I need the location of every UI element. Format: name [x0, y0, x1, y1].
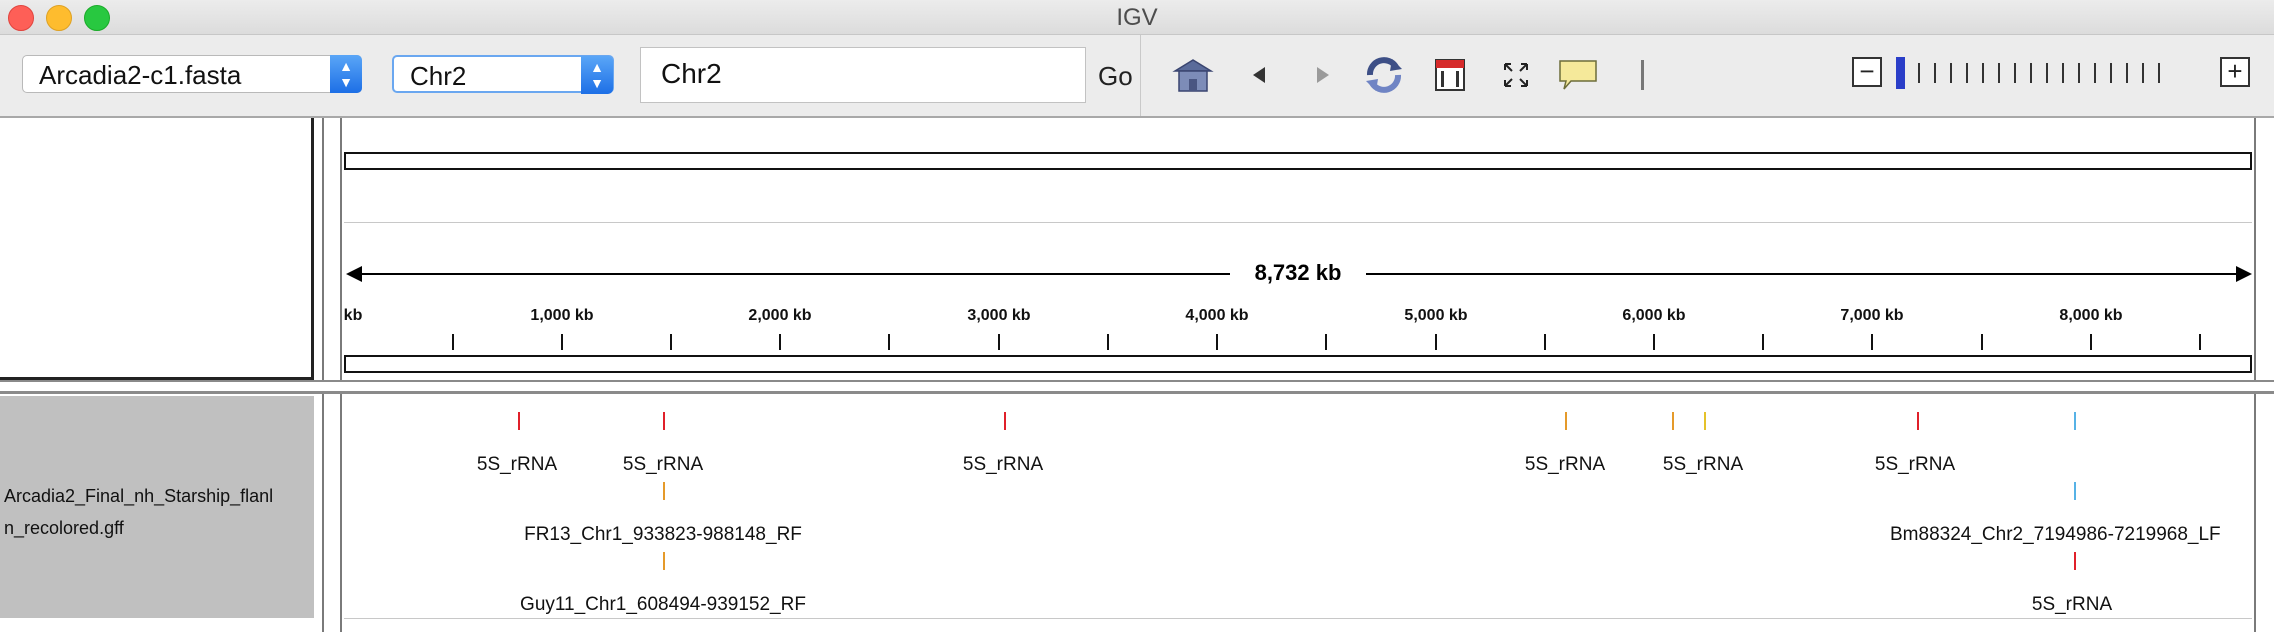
ruler-tick [1216, 334, 1218, 350]
ruler-tick [1871, 334, 1873, 350]
ruler-tick-label: 4,000 kb [1185, 307, 1249, 324]
chromosome-ideogram[interactable] [344, 152, 2252, 170]
ruler-tick-label: 8,000 kb [2059, 307, 2123, 324]
ruler-tick [1981, 334, 1983, 350]
toolbar-separator [1140, 35, 1141, 116]
ruler-tick [1435, 334, 1437, 350]
ruler-tick [1107, 334, 1109, 350]
ruler-tick [1653, 334, 1655, 350]
locus-search-input[interactable]: Chr2 [640, 47, 1086, 103]
go-button[interactable]: Go [1098, 61, 1133, 92]
zoom-slider-thumb[interactable] [1896, 57, 1905, 89]
feature-track[interactable] [344, 396, 2252, 618]
ruler-tick-label: 1,000 kb [530, 307, 594, 324]
feature-mark[interactable] [663, 412, 665, 430]
ruler-tick [1325, 334, 1327, 350]
right-edge [2254, 118, 2256, 632]
chevron-updown-icon: ▲ ▼ [581, 56, 613, 94]
ruler-tick [779, 334, 781, 350]
popup-info-icon[interactable] [1556, 57, 1600, 93]
forward-arrow-icon[interactable] [1308, 57, 1338, 93]
chromosome-dropdown[interactable]: Chr2 ▲ ▼ [392, 55, 614, 94]
feature-mark[interactable] [2074, 482, 2076, 500]
feature-label: FR13_Chr1_933823-988148_RF [524, 524, 802, 545]
ruler-tick [1762, 334, 1764, 350]
ruler-tick [2199, 334, 2201, 350]
home-icon[interactable] [1170, 57, 1216, 93]
resize-to-window-icon[interactable] [1498, 57, 1534, 93]
ruler-tick-label: 6,000 kb [1622, 307, 1686, 324]
feature-label: Bm88324_Chr2_7194986-7219968_LF [1890, 524, 2274, 546]
ruler-tick [1544, 334, 1546, 350]
ruler-tick [888, 334, 890, 350]
panel-divider[interactable] [322, 118, 324, 632]
ruler-tick [998, 334, 1000, 350]
ruler-tick [2090, 334, 2092, 350]
toolbar: Arcadia2-c1.fasta ▲ ▼ Chr2 ▲ ▼ Chr2 Go −… [0, 35, 2274, 118]
genome-dropdown-value: Arcadia2-c1.fasta [39, 60, 242, 90]
zoom-out-button[interactable]: − [1852, 57, 1882, 87]
panel-splitter[interactable] [0, 380, 2274, 394]
feature-label: 5S_rRNA [2031, 594, 2113, 615]
window-title: IGV [1116, 4, 1158, 31]
track-name-panel[interactable]: Arcadia2_Final_nh_Starship_flanl n_recol… [0, 396, 314, 618]
genome-dropdown[interactable]: Arcadia2-c1.fasta ▲ ▼ [22, 55, 362, 93]
toolbar-divider-icon [1638, 57, 1646, 93]
feature-label-text: Bm88324_Chr2_7194986-7219968_LF [1890, 524, 2221, 545]
feature-label: 5S_rRNA [1874, 454, 1956, 475]
track-name: Arcadia2_Final_nh_Starship_flanl n_recol… [4, 480, 314, 544]
feature-mark[interactable] [663, 482, 665, 500]
title-bar: IGV [0, 0, 2274, 35]
span-arrow-left-icon [346, 266, 362, 282]
ruler-tick [452, 334, 454, 350]
feature-mark[interactable] [1917, 412, 1919, 430]
span-arrow-right-icon [2236, 266, 2252, 282]
track-name-line: Arcadia2_Final_nh_Starship_flanl [4, 486, 274, 506]
ruler-tick-label: 7,000 kb [1840, 307, 1904, 324]
feature-mark[interactable] [518, 412, 520, 430]
feature-label: 5S_rRNA [476, 454, 558, 475]
ruler-tick [561, 334, 563, 350]
feature-label: 5S_rRNA [962, 454, 1044, 475]
zoom-slider[interactable] [1896, 57, 2166, 89]
chromosome-dropdown-value: Chr2 [410, 61, 467, 91]
track-bottom-line [344, 618, 2252, 619]
ruler-tick-label: kb [343, 307, 363, 324]
feature-mark[interactable] [1672, 412, 1674, 430]
ruler-tick-label: 5,000 kb [1404, 307, 1468, 324]
back-arrow-icon[interactable] [1244, 57, 1274, 93]
refresh-icon[interactable] [1360, 57, 1408, 93]
chevron-updown-icon: ▲ ▼ [330, 55, 362, 93]
feature-mark[interactable] [1004, 412, 1006, 430]
feature-mark[interactable] [2074, 552, 2076, 570]
feature-mark[interactable] [2074, 412, 2076, 430]
ruler-bottom-bar [344, 355, 2252, 373]
feature-label: Guy11_Chr1_608494-939152_RF [520, 594, 806, 615]
track-name-line: n_recolored.gff [4, 518, 124, 538]
region-of-interest-icon[interactable] [1432, 57, 1468, 93]
feature-label: 5S_rRNA [622, 454, 704, 475]
feature-label: 5S_rRNA [1524, 454, 1606, 475]
ruler-tick-label: 3,000 kb [967, 307, 1031, 324]
header-name-panel [0, 118, 314, 380]
feature-mark[interactable] [1704, 412, 1706, 430]
feature-mark[interactable] [1565, 412, 1567, 430]
zoom-in-button[interactable]: + [2220, 57, 2250, 87]
ruler-tick [670, 334, 672, 350]
feature-mark[interactable] [663, 552, 665, 570]
ruler-tick-label: 2,000 kb [748, 307, 812, 324]
feature-label: 5S_rRNA [1662, 454, 1744, 475]
span-label: 8,732 kb [1230, 260, 1366, 286]
